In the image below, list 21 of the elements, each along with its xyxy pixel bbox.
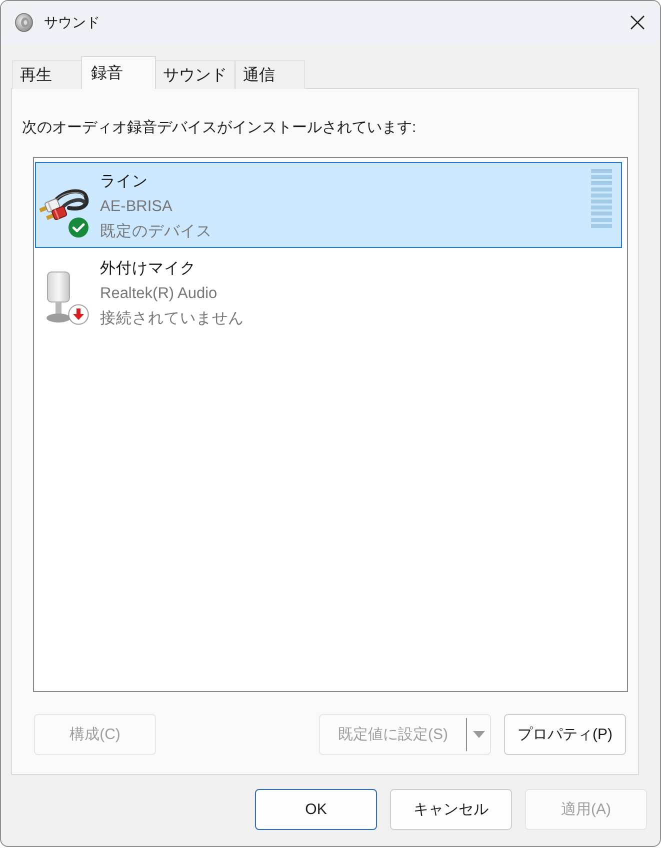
tab[interactable]: 通信 xyxy=(235,60,305,89)
dialog-button[interactable]: プロパティ(P) xyxy=(504,714,626,755)
device-driver: AE-BRISA xyxy=(100,197,172,217)
device-name: ライン xyxy=(100,172,148,192)
device-name: 外付けマイク xyxy=(100,259,196,279)
device-status: 接続されていません xyxy=(100,309,244,329)
tab[interactable]: サウンド xyxy=(155,60,235,89)
list-caption: 次のオーディオ録音デバイスがインストールされています: xyxy=(22,118,416,138)
dialog-button[interactable]: OK xyxy=(255,789,377,830)
device-row[interactable]: ライン AE-BRISA 既定のデバイス xyxy=(35,162,622,248)
device-status: 既定のデバイス xyxy=(100,222,212,242)
close-icon xyxy=(630,15,644,30)
window-title: サウンド xyxy=(44,14,100,32)
microphone-icon xyxy=(46,271,71,323)
caret-icon xyxy=(472,731,484,738)
tab[interactable]: 録音 xyxy=(81,56,156,89)
level-meter xyxy=(591,169,612,230)
device-driver: Realtek(R) Audio xyxy=(100,284,218,304)
tab[interactable]: 再生 xyxy=(12,60,82,89)
speaker-icon xyxy=(15,13,33,32)
dialog-button[interactable]: キャンセル xyxy=(390,789,512,830)
